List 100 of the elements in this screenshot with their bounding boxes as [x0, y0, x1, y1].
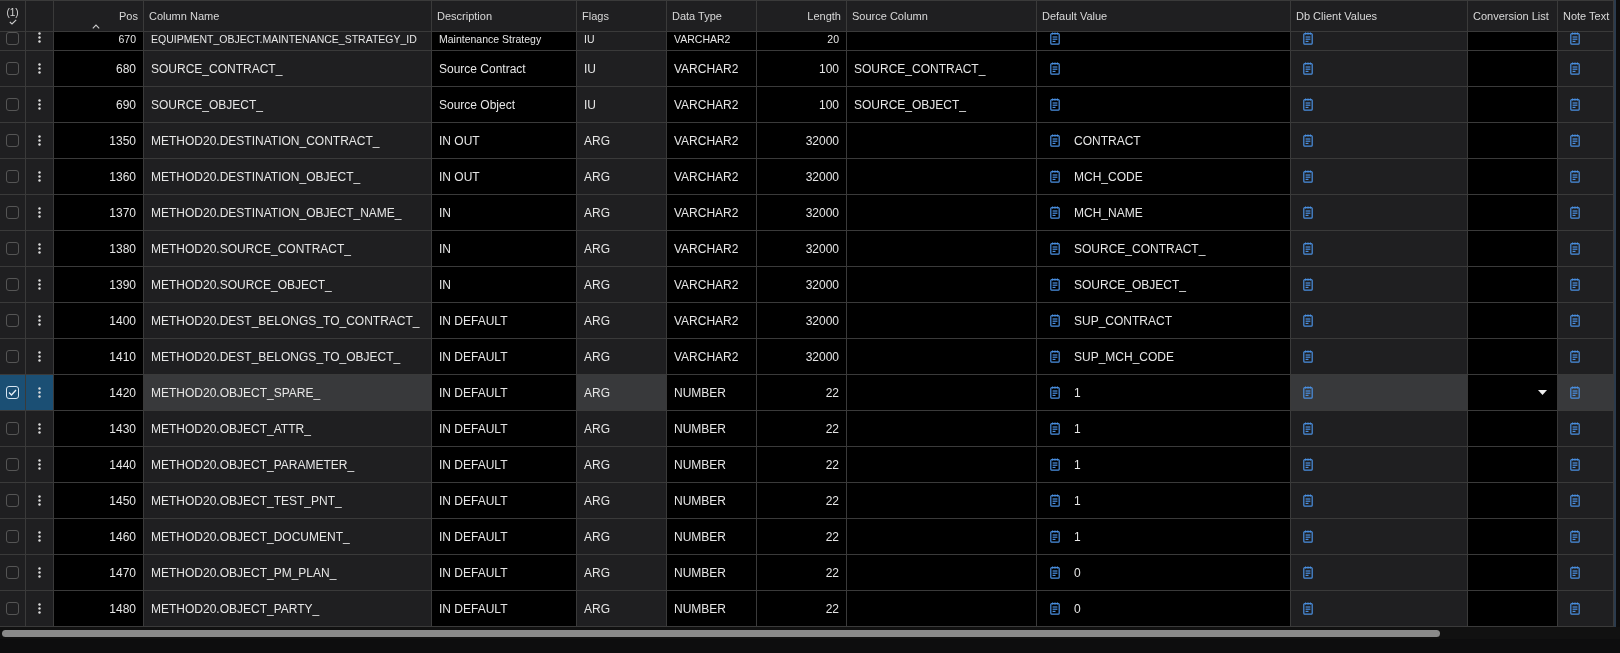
more-options-icon[interactable]	[38, 171, 41, 182]
row-checkbox[interactable]	[6, 170, 19, 183]
note-icon[interactable]	[1570, 566, 1580, 579]
note-icon[interactable]	[1050, 350, 1060, 363]
note-icon[interactable]	[1570, 242, 1580, 255]
column-header[interactable]: Note Text	[1563, 10, 1610, 22]
table-cell[interactable]	[1468, 51, 1558, 86]
note-icon[interactable]	[1303, 134, 1313, 147]
table-cell[interactable]	[1291, 411, 1468, 446]
table-cell[interactable]	[1468, 483, 1558, 518]
note-icon[interactable]	[1303, 566, 1313, 579]
table-cell[interactable]: MCH_NAME	[1037, 195, 1291, 230]
note-icon[interactable]	[1303, 170, 1313, 183]
row-checkbox[interactable]	[6, 422, 19, 435]
table-cell[interactable]: 1	[1037, 411, 1291, 446]
column-header[interactable]: Length	[807, 10, 841, 22]
table-cell[interactable]	[1291, 195, 1468, 230]
table-cell[interactable]	[1291, 447, 1468, 482]
more-options-icon[interactable]	[38, 531, 41, 542]
note-icon[interactable]	[1050, 386, 1060, 399]
table-cell[interactable]	[1468, 339, 1558, 374]
note-icon[interactable]	[1570, 170, 1580, 183]
note-icon[interactable]	[1570, 458, 1580, 471]
table-cell[interactable]	[1291, 519, 1468, 554]
table-cell[interactable]: 0	[1037, 555, 1291, 590]
table-cell[interactable]	[1291, 555, 1468, 590]
more-options-icon[interactable]	[38, 351, 41, 362]
note-icon[interactable]	[1570, 350, 1580, 363]
note-icon[interactable]	[1570, 494, 1580, 507]
note-icon[interactable]	[1570, 422, 1580, 435]
note-icon[interactable]	[1570, 98, 1580, 111]
row-checkbox[interactable]	[6, 62, 19, 75]
note-icon[interactable]	[1303, 494, 1313, 507]
table-cell[interactable]	[1468, 267, 1558, 302]
note-icon[interactable]	[1303, 206, 1313, 219]
row-checkbox[interactable]	[6, 602, 19, 615]
table-cell[interactable]: SOURCE_CONTRACT_	[1037, 231, 1291, 266]
note-icon[interactable]	[1050, 530, 1060, 543]
row-checkbox[interactable]	[6, 206, 19, 219]
column-header[interactable]: Conversion List	[1473, 10, 1549, 22]
table-cell[interactable]	[1468, 447, 1558, 482]
table-cell[interactable]	[1558, 447, 1614, 482]
more-options-icon[interactable]	[38, 243, 41, 254]
table-cell[interactable]	[1468, 123, 1558, 158]
table-cell[interactable]	[1558, 51, 1614, 86]
row-checkbox[interactable]	[6, 32, 19, 45]
note-icon[interactable]	[1570, 386, 1580, 399]
table-cell[interactable]	[1468, 87, 1558, 122]
table-cell[interactable]: 1	[1037, 483, 1291, 518]
table-cell[interactable]	[1468, 375, 1558, 410]
table-cell[interactable]	[1291, 231, 1468, 266]
row-checkbox[interactable]	[6, 242, 19, 255]
note-icon[interactable]	[1050, 602, 1060, 615]
table-cell[interactable]	[1291, 375, 1468, 410]
note-icon[interactable]	[1303, 458, 1313, 471]
table-cell[interactable]	[1291, 51, 1468, 86]
table-cell[interactable]	[1558, 411, 1614, 446]
table-cell[interactable]	[1558, 267, 1614, 302]
row-checkbox[interactable]	[6, 458, 19, 471]
table-cell[interactable]	[1468, 231, 1558, 266]
table-cell[interactable]	[1558, 159, 1614, 194]
table-cell[interactable]	[1037, 87, 1291, 122]
table-cell[interactable]: SUP_CONTRACT	[1037, 303, 1291, 338]
table-cell[interactable]	[1037, 32, 1291, 50]
more-options-icon[interactable]	[38, 99, 41, 110]
note-icon[interactable]	[1570, 206, 1580, 219]
more-options-icon[interactable]	[38, 135, 41, 146]
more-options-icon[interactable]	[38, 423, 41, 434]
table-cell[interactable]	[1558, 375, 1614, 410]
table-cell[interactable]	[1291, 483, 1468, 518]
table-cell[interactable]: 1	[1037, 519, 1291, 554]
table-cell[interactable]	[1558, 555, 1614, 590]
table-cell[interactable]	[1291, 267, 1468, 302]
note-icon[interactable]	[1570, 530, 1580, 543]
dropdown-caret-icon[interactable]	[1538, 390, 1547, 395]
table-cell[interactable]	[1468, 159, 1558, 194]
scrollbar-thumb[interactable]	[2, 629, 1440, 637]
row-checkbox[interactable]	[6, 314, 19, 327]
table-cell[interactable]: SUP_MCH_CODE	[1037, 339, 1291, 374]
row-checkbox[interactable]	[6, 98, 19, 111]
column-header[interactable]: Data Type	[672, 10, 722, 22]
note-icon[interactable]	[1050, 422, 1060, 435]
note-icon[interactable]	[1303, 350, 1313, 363]
check-icon[interactable]	[8, 19, 17, 25]
note-icon[interactable]	[1050, 494, 1060, 507]
table-cell[interactable]	[1558, 195, 1614, 230]
table-cell[interactable]	[1291, 32, 1468, 50]
row-checkbox[interactable]	[6, 530, 19, 543]
table-cell[interactable]	[1558, 339, 1614, 374]
table-cell[interactable]	[1291, 303, 1468, 338]
column-header[interactable]: Pos	[119, 10, 138, 22]
table-cell[interactable]	[1558, 87, 1614, 122]
table-cell[interactable]: SOURCE_OBJECT_	[1037, 267, 1291, 302]
table-cell[interactable]	[1558, 483, 1614, 518]
table-cell[interactable]: CONTRACT	[1037, 123, 1291, 158]
column-header[interactable]: Flags	[582, 10, 609, 22]
table-cell[interactable]	[1291, 339, 1468, 374]
column-header[interactable]: Column Name	[149, 10, 220, 22]
more-options-icon[interactable]	[38, 567, 41, 578]
note-icon[interactable]	[1050, 314, 1060, 327]
